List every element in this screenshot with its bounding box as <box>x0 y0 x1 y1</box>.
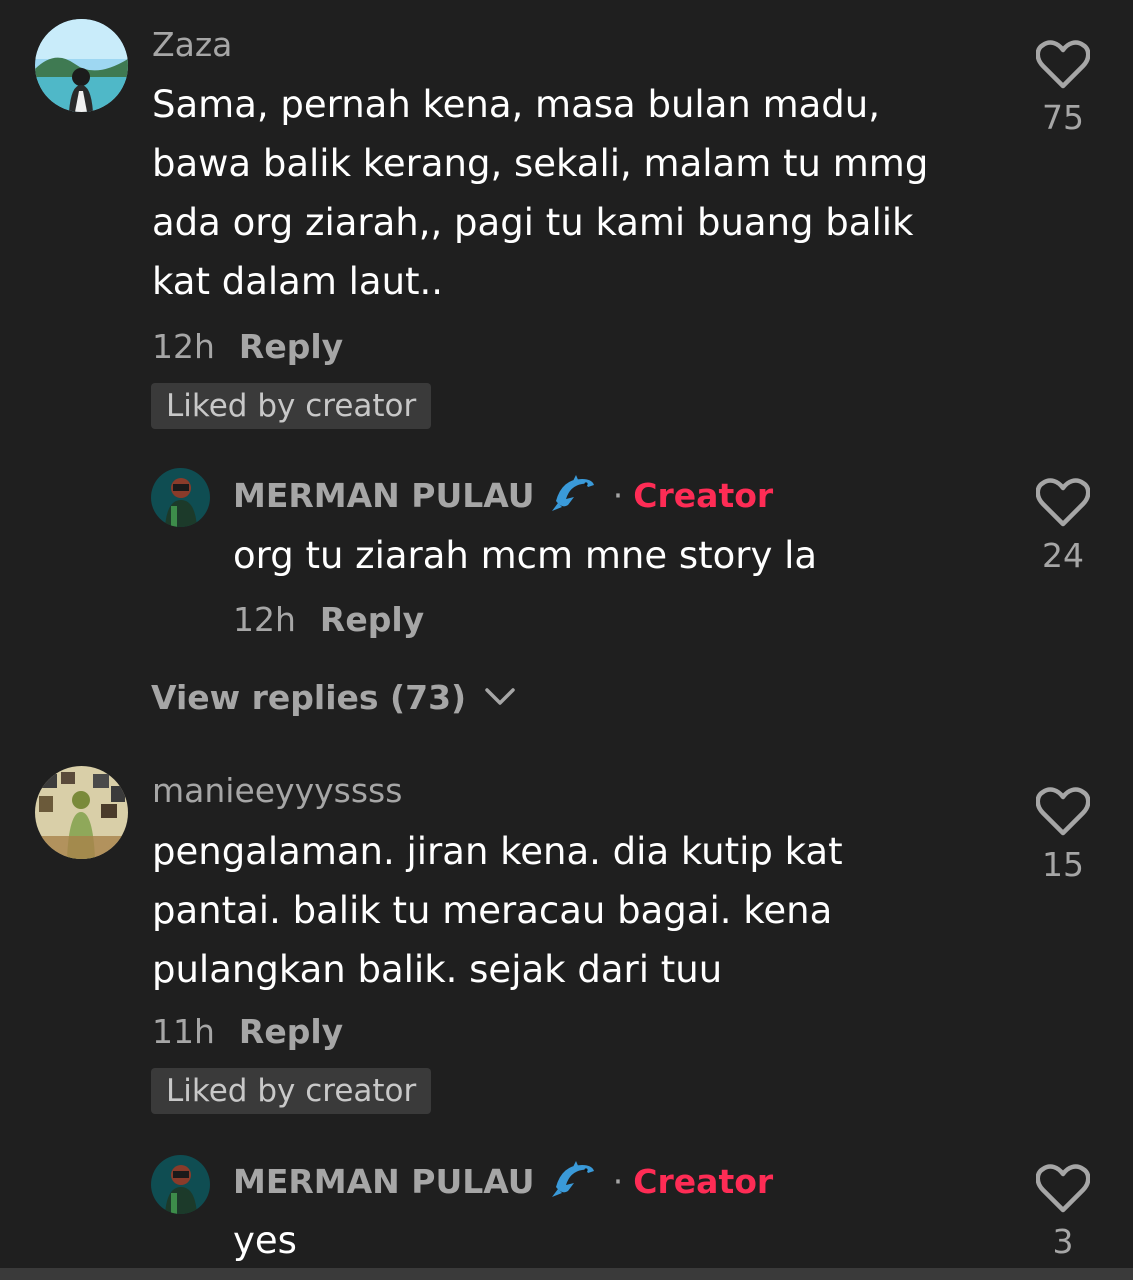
like-count: 3 <box>1052 1222 1074 1261</box>
separator-dot: · <box>612 476 624 515</box>
creator-avatar[interactable] <box>151 468 210 527</box>
view-replies-button[interactable]: View replies (73) <box>151 676 516 718</box>
heart-outline-icon <box>1035 787 1091 841</box>
reply-timestamp: 12h <box>233 600 296 639</box>
reply-button[interactable]: Reply <box>239 1012 343 1051</box>
like-button[interactable] <box>1028 478 1098 532</box>
comment-timestamp: 12h <box>152 327 215 366</box>
creator-username[interactable]: MERMAN PULAU <box>233 1162 535 1201</box>
view-replies-label: View replies (73) <box>151 678 467 717</box>
bottom-edge-bar <box>0 1268 1133 1280</box>
reply-button[interactable]: Reply <box>239 327 343 366</box>
comment-meta: 12h Reply <box>152 327 343 367</box>
reply-text: org tu ziarah mcm mne story la <box>233 534 818 577</box>
dolphin-emoji <box>551 473 596 519</box>
creator-username[interactable]: MERMAN PULAU <box>233 476 535 515</box>
like-count: 15 <box>1042 845 1084 884</box>
commenter-avatar[interactable] <box>35 19 128 112</box>
separator-dot: · <box>612 1162 624 1201</box>
heart-outline-icon <box>1035 40 1091 94</box>
creator-avatar[interactable] <box>151 1155 210 1214</box>
commenter-username[interactable]: Zaza <box>152 25 232 65</box>
chevron-down-icon <box>484 676 516 716</box>
reply-header: MERMAN PULAU · Creator <box>233 473 773 519</box>
like-count: 75 <box>1042 98 1084 137</box>
like-button[interactable] <box>1028 787 1098 841</box>
like-count: 24 <box>1042 536 1084 575</box>
creator-label: Creator <box>633 1162 774 1201</box>
reply-text: yes <box>233 1219 297 1262</box>
comment-thread: Zaza Sama, pernah kena, masa bulan madu,… <box>0 0 1133 1280</box>
heart-outline-icon <box>1035 1164 1091 1218</box>
reply-header: MERMAN PULAU · Creator <box>233 1159 773 1205</box>
reply-meta: 12h Reply <box>233 600 424 640</box>
comment-text: pengalaman. jiran kena. dia kutip kat pa… <box>152 830 843 991</box>
liked-by-creator-badge: Liked by creator <box>151 1068 432 1114</box>
commenter-avatar[interactable] <box>35 766 128 859</box>
heart-outline-icon <box>1035 478 1091 532</box>
creator-label: Creator <box>633 476 774 515</box>
comment-text: Sama, pernah kena, masa bulan madu, bawa… <box>152 83 929 303</box>
comment-meta: 11h Reply <box>152 1012 343 1052</box>
dolphin-emoji <box>551 1159 596 1205</box>
like-button[interactable] <box>1028 1164 1098 1218</box>
reply-button[interactable]: Reply <box>320 600 424 639</box>
like-button[interactable] <box>1028 40 1098 94</box>
commenter-username[interactable]: manieeyyyssss <box>152 771 402 811</box>
comment-timestamp: 11h <box>152 1012 215 1051</box>
liked-by-creator-badge: Liked by creator <box>151 383 432 429</box>
